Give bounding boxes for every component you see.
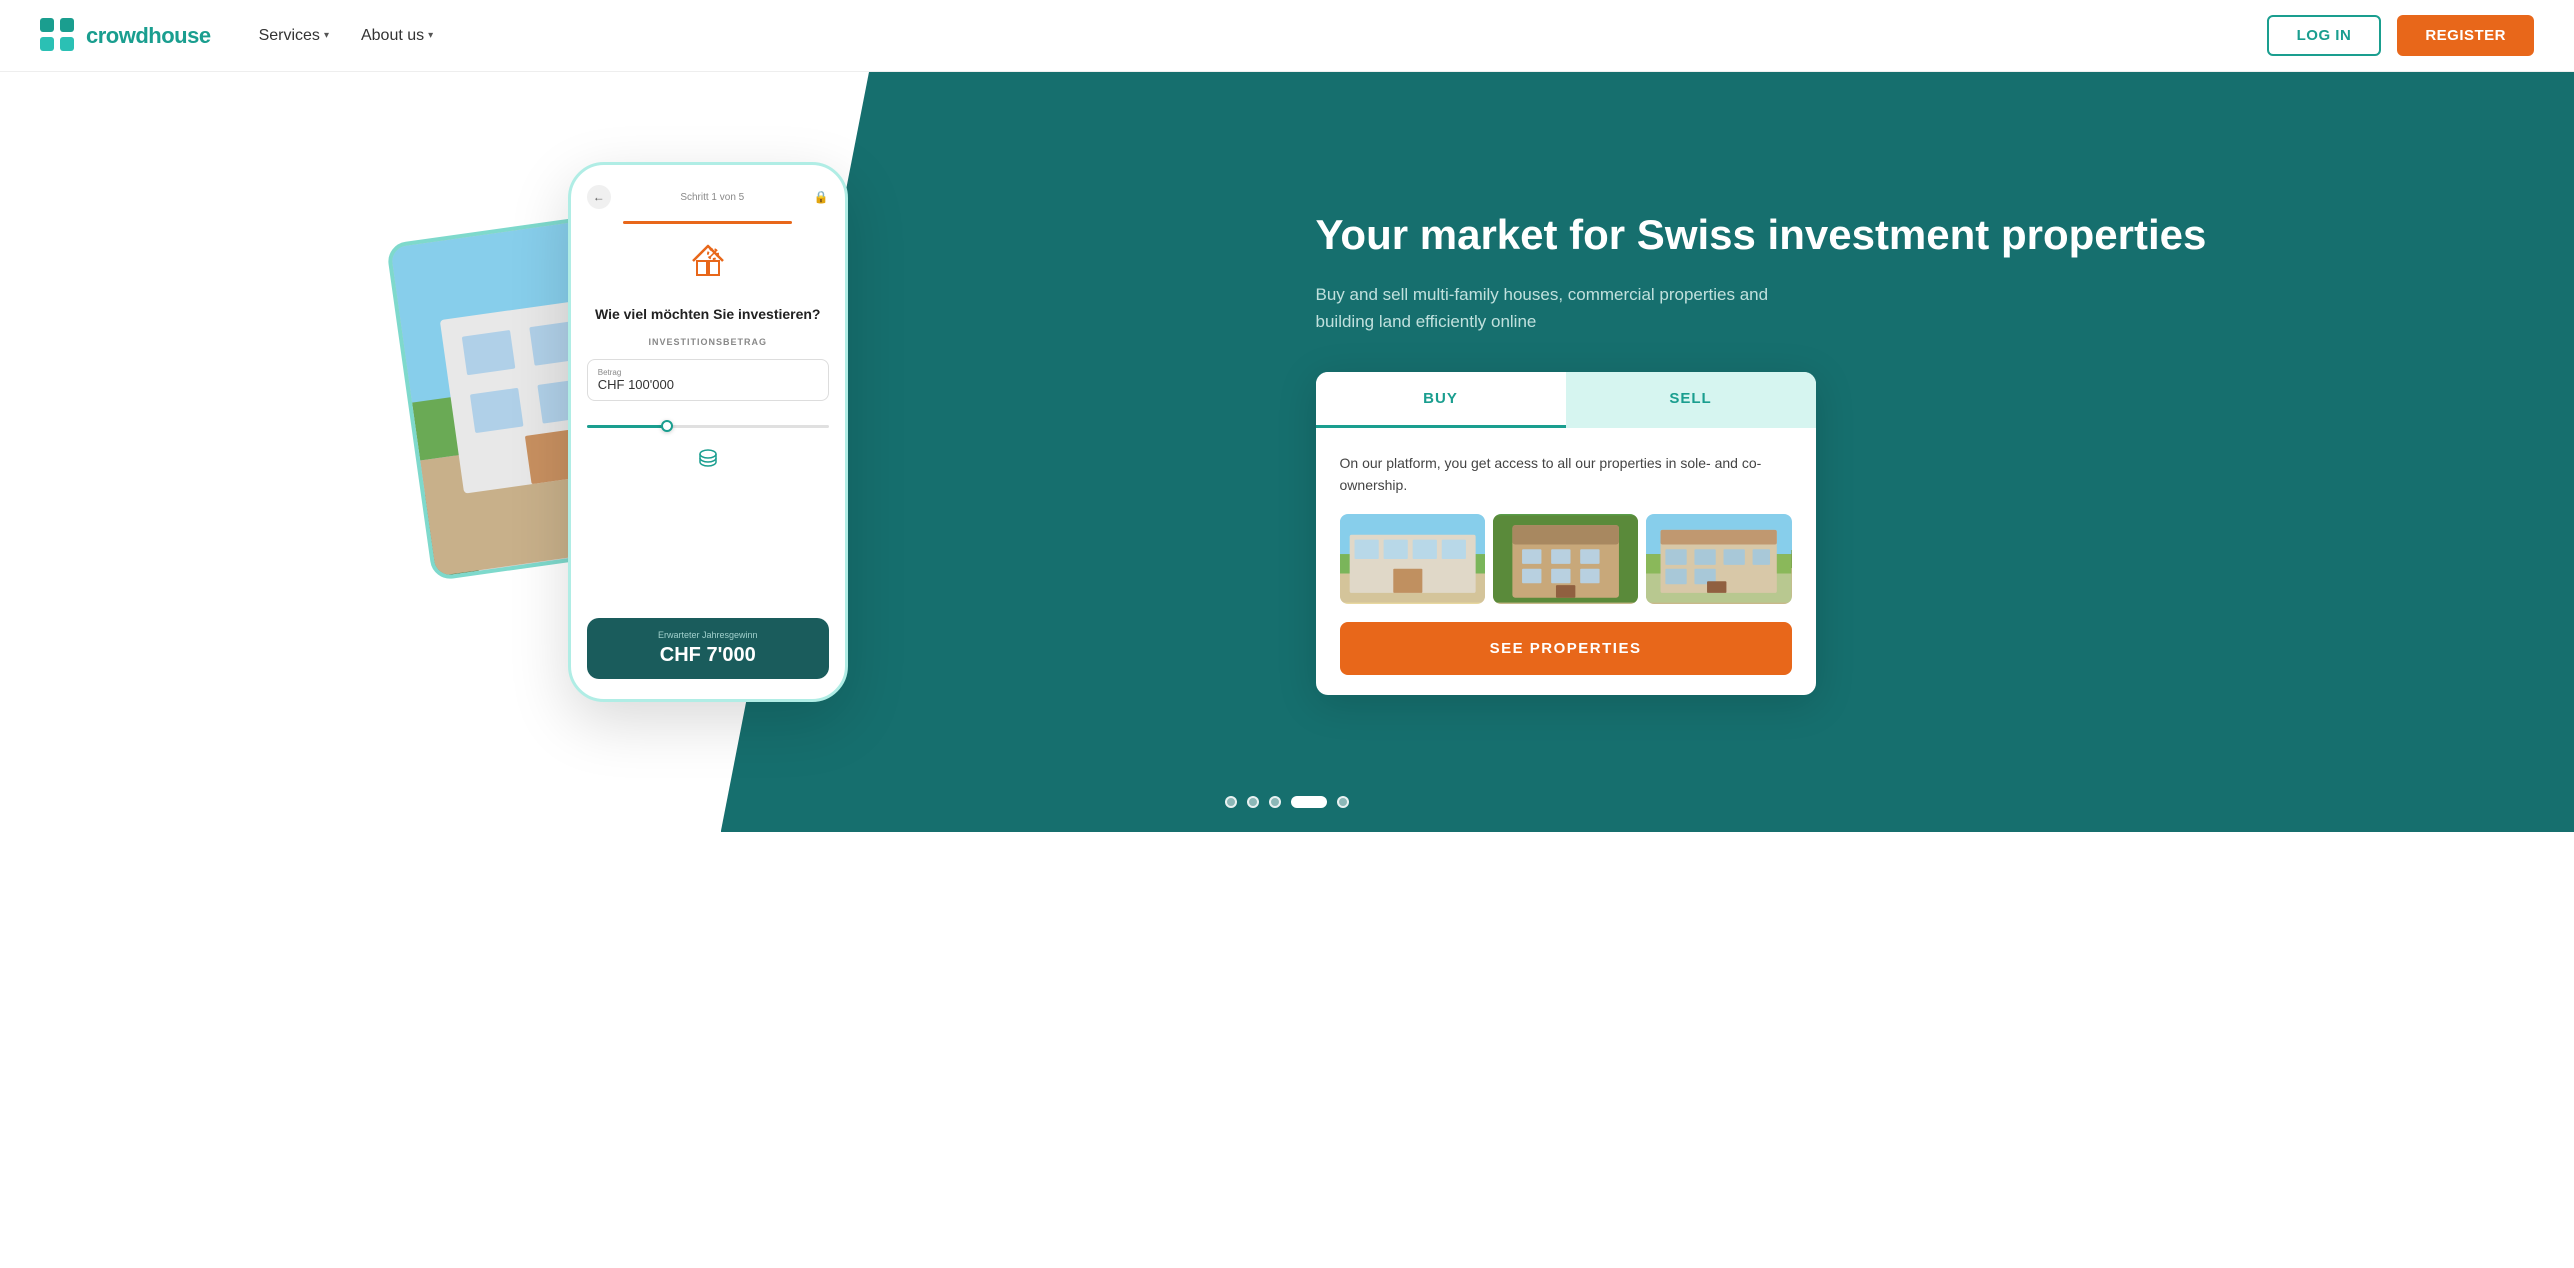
property-image-1 [1340, 514, 1485, 604]
login-button[interactable]: LOG IN [2267, 15, 2382, 56]
nav-actions: LOG IN REGISTER [2267, 15, 2534, 56]
navbar: crowdhouse Services ▾ About us ▾ LOG IN … [0, 0, 2574, 72]
phone-invest-label: INVESTITIONSBETRAG [587, 337, 829, 347]
dot-3[interactable] [1269, 796, 1281, 808]
phone-question: Wie viel möchten Sie investieren? [587, 305, 829, 325]
buy-sell-description: On our platform, you get access to all o… [1340, 452, 1792, 497]
about-us-nav-item[interactable]: About us ▾ [361, 27, 433, 45]
phone-input-area: Betrag CHF 100'000 [587, 359, 829, 401]
property-images [1340, 514, 1792, 604]
hero-subtitle: Buy and sell multi-family houses, commer… [1316, 281, 1796, 335]
about-us-label: About us [361, 27, 424, 45]
dot-4-active[interactable] [1291, 796, 1327, 808]
phone-slider-fill [587, 425, 672, 428]
hero-section: ← Schritt 1 von 5 🔒 Wie viel möchten Sie… [0, 72, 2574, 832]
buy-sell-tabs: BUY SELL [1316, 372, 1816, 428]
property-image-3 [1646, 514, 1791, 604]
phone-result-card: Erwarteter Jahresgewinn CHF 7'000 [587, 618, 829, 679]
phone-result-value: CHF 7'000 [601, 644, 815, 667]
phone-result-label: Erwarteter Jahresgewinn [601, 630, 815, 640]
phone-slider-thumb [661, 420, 673, 432]
dot-5[interactable] [1337, 796, 1349, 808]
logo-text: crowdhouse [86, 23, 211, 49]
phone-step-text: Schritt 1 von 5 [680, 192, 744, 203]
tab-sell[interactable]: SELL [1566, 372, 1816, 428]
tab-buy[interactable]: BUY [1316, 372, 1566, 428]
phone-top-bar: ← Schritt 1 von 5 🔒 [587, 185, 829, 209]
phone-mockup: ← Schritt 1 von 5 🔒 Wie viel möchten Sie… [568, 162, 848, 702]
phone-input-value: CHF 100'000 [598, 377, 818, 392]
phone-coins-icon [587, 444, 829, 481]
dot-1[interactable] [1225, 796, 1237, 808]
carousel-dots [1225, 796, 1349, 808]
services-nav-item[interactable]: Services ▾ [259, 27, 329, 45]
property-image-2 [1493, 514, 1638, 604]
phone-input-label: Betrag [598, 368, 818, 377]
phone-lock-icon: 🔒 [814, 190, 829, 204]
dot-2[interactable] [1247, 796, 1259, 808]
phone-slider[interactable] [587, 425, 829, 428]
register-button[interactable]: REGISTER [2397, 15, 2534, 56]
phone-container: ← Schritt 1 von 5 🔒 Wie viel möchten Sie… [428, 162, 848, 742]
logo[interactable]: crowdhouse [40, 18, 211, 54]
phone-progress-bar [623, 221, 792, 224]
hero-left: ← Schritt 1 von 5 🔒 Wie viel möchten Sie… [0, 72, 1236, 832]
services-label: Services [259, 27, 320, 45]
phone-house-icon [587, 236, 829, 293]
logo-icon [40, 18, 76, 54]
phone-back-button[interactable]: ← [587, 185, 611, 209]
buy-sell-body: On our platform, you get access to all o… [1316, 428, 1816, 696]
see-properties-button[interactable]: SEE PROPERTIES [1340, 622, 1792, 675]
buy-sell-card: BUY SELL On our platform, you get access… [1316, 372, 1816, 696]
services-chevron-icon: ▾ [324, 30, 329, 41]
hero-title: Your market for Swiss investment propert… [1316, 209, 2514, 262]
hero-right: Your market for Swiss investment propert… [1236, 72, 2574, 832]
nav-links: Services ▾ About us ▾ [259, 27, 434, 45]
about-us-chevron-icon: ▾ [428, 30, 433, 41]
